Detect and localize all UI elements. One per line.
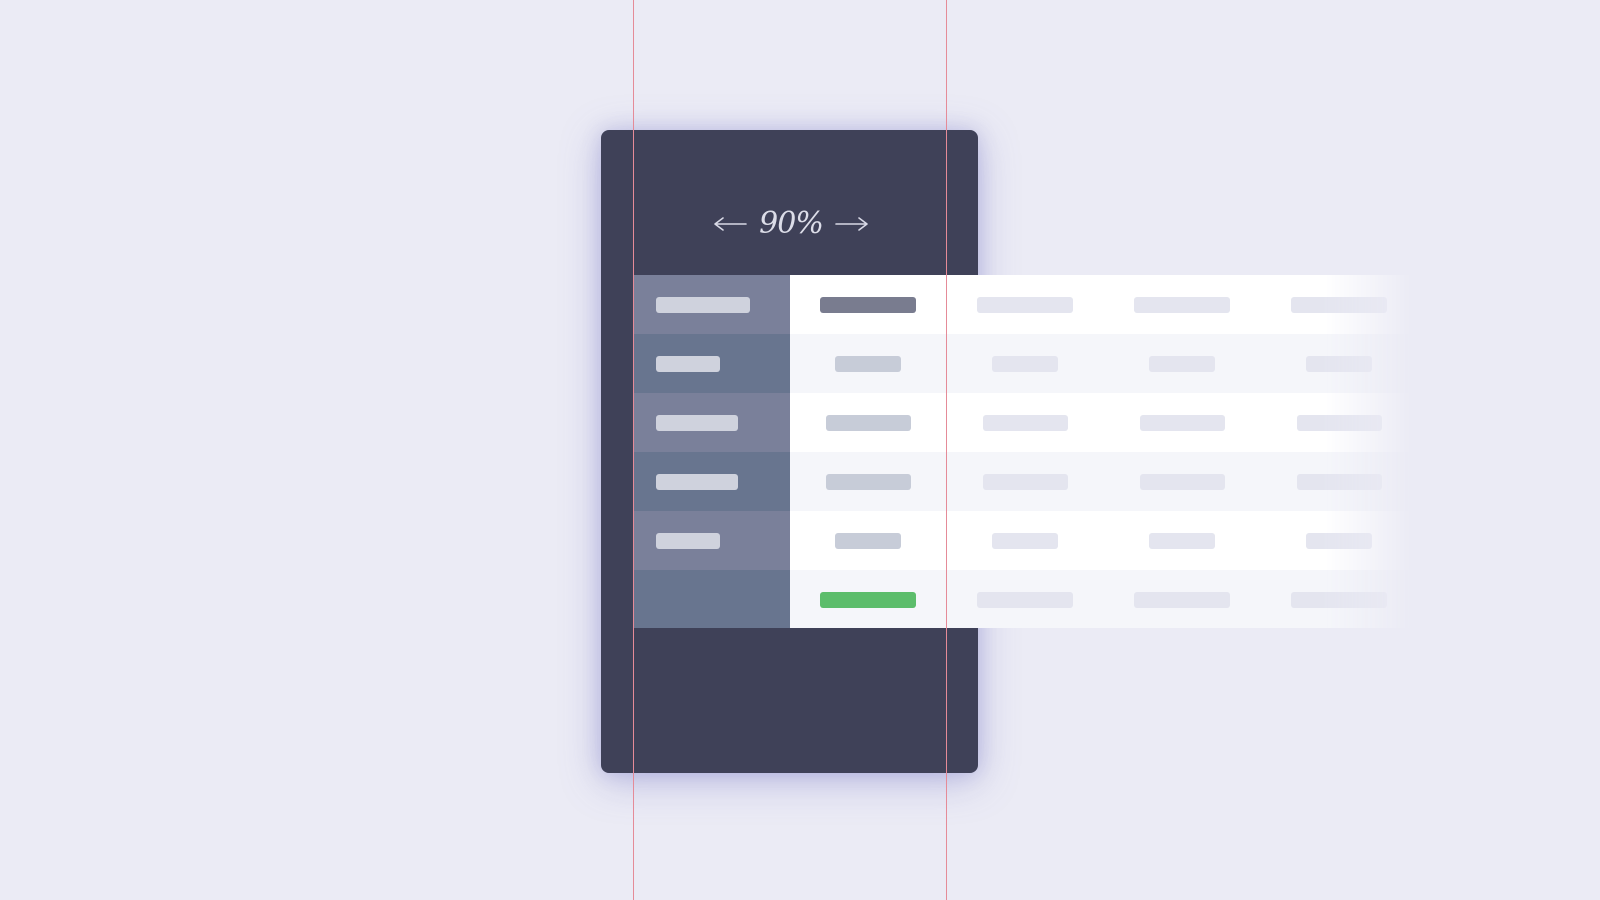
cell-placeholder <box>992 533 1058 549</box>
viewport-guide-left <box>633 0 634 900</box>
table-row <box>633 275 1413 334</box>
row-header-placeholder <box>656 474 738 490</box>
cell-placeholder <box>1297 415 1382 431</box>
cell-placeholder <box>1291 592 1387 608</box>
arrow-left-icon <box>714 217 747 231</box>
cell-placeholder <box>1297 474 1382 490</box>
table-row <box>633 452 1413 511</box>
cell-placeholder <box>983 415 1068 431</box>
table-row <box>633 511 1413 570</box>
table-row <box>633 570 1413 629</box>
row-header-cell <box>633 570 790 629</box>
highlighted-cell-placeholder <box>820 297 916 313</box>
cell-placeholder <box>835 356 901 372</box>
zoom-indicator: 90% <box>708 198 874 250</box>
success-cell-placeholder <box>820 592 916 608</box>
table-row <box>633 334 1413 393</box>
row-header-placeholder <box>656 533 720 549</box>
cell-placeholder <box>1291 297 1387 313</box>
cell-placeholder <box>1149 533 1215 549</box>
row-header-placeholder <box>656 415 738 431</box>
row-header-cell <box>633 275 790 334</box>
row-header-cell <box>633 511 790 570</box>
cell-placeholder <box>983 474 1068 490</box>
row-header-cell <box>633 393 790 452</box>
data-table <box>633 275 1413 629</box>
cell-placeholder <box>826 474 911 490</box>
cell-placeholder <box>1140 415 1225 431</box>
cell-placeholder <box>1149 356 1215 372</box>
row-header-cell <box>633 452 790 511</box>
arrow-right-icon <box>835 217 868 231</box>
cell-placeholder <box>977 297 1073 313</box>
viewport-guide-right <box>946 0 947 900</box>
row-header-placeholder <box>656 297 750 313</box>
cell-placeholder <box>835 533 901 549</box>
zoom-value: 90% <box>759 206 824 241</box>
cell-placeholder <box>1134 592 1230 608</box>
row-header-placeholder <box>656 356 720 372</box>
cell-placeholder <box>1306 356 1372 372</box>
cell-placeholder <box>826 415 911 431</box>
cell-placeholder <box>992 356 1058 372</box>
row-header-cell <box>633 334 790 393</box>
cell-placeholder <box>1306 533 1372 549</box>
table-row <box>633 393 1413 452</box>
cell-placeholder <box>1140 474 1225 490</box>
cell-placeholder <box>977 592 1073 608</box>
cell-placeholder <box>1134 297 1230 313</box>
